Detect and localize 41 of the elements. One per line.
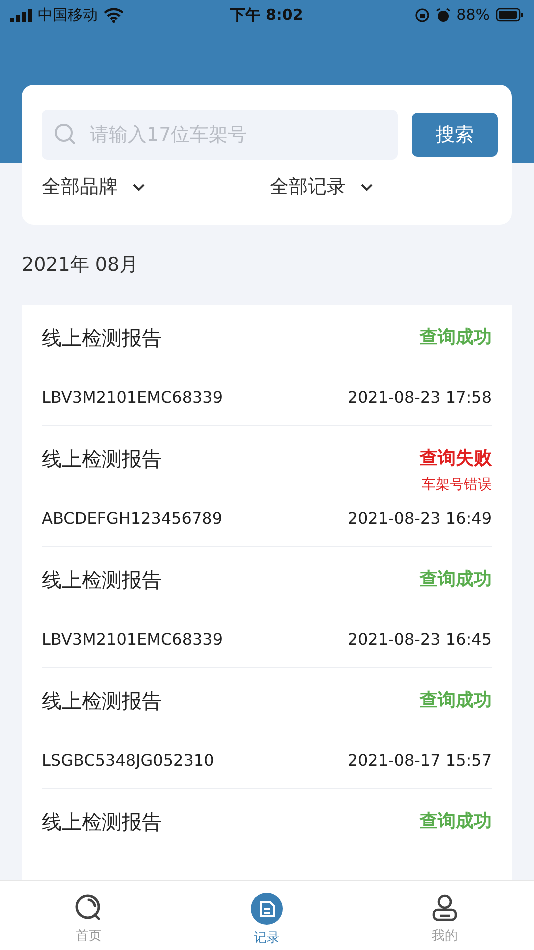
search-button[interactable]: 搜索 bbox=[412, 113, 498, 157]
vin-number: LBV3M2101EMC68339 bbox=[42, 630, 224, 648]
record-title: 线上检测报告 bbox=[42, 567, 163, 594]
status-label: 查询成功 bbox=[418, 326, 492, 350]
signal-icon bbox=[10, 8, 32, 22]
record-title: 线上检测报告 bbox=[42, 809, 163, 836]
record-row[interactable]: 线上检测报告 查询成功 LSGBC5348JG052310 2021-08-17 15:57 bbox=[42, 668, 492, 789]
chevron-down-icon bbox=[360, 182, 374, 192]
record-title: 线上检测报告 bbox=[42, 325, 163, 352]
vin-number: ABCDEFGH123456789 bbox=[42, 508, 224, 528]
filter-dropdown[interactable]: 全部记录 bbox=[270, 174, 374, 200]
record-row[interactable]: 线上检测报告 查询成功 LBV3M2101EMC68339 2021-08-23 16:45 bbox=[42, 547, 492, 668]
record-row[interactable]: 线上检测报告 查询成功 LBV3M2101EMC68339 2021-08-23 17:58 bbox=[42, 305, 492, 426]
vin-number: LBV3M2101EMC68339 bbox=[42, 388, 224, 406]
status-label: 查询成功 bbox=[418, 568, 492, 592]
record-title: 线上检测报告 bbox=[42, 446, 163, 473]
record-time: 2021-08-23 16:45 bbox=[348, 630, 492, 648]
person-icon bbox=[430, 893, 460, 923]
filter-dropdown[interactable]: 全部品牌 bbox=[42, 174, 146, 200]
battery-percent: 88% bbox=[456, 6, 490, 24]
record-row[interactable]: 线上检测报告 查询失败 车架号错误 ABCDEFGH123456789 2021-08-23 16:49 bbox=[42, 426, 492, 547]
record-time: 2021-08-23 17:58 bbox=[348, 388, 492, 406]
error-reason: 车架号错误 bbox=[421, 476, 492, 494]
carrier-name: 中国移动 bbox=[38, 6, 98, 24]
record-time: 2021-08-23 16:49 bbox=[348, 508, 492, 528]
vin-number: LSGBC5348JG052310 bbox=[42, 750, 216, 770]
record-title: 线上检测报告 bbox=[42, 688, 163, 715]
clock-time: 下午 8:02 bbox=[230, 6, 304, 24]
alarm-icon bbox=[436, 8, 451, 22]
status-label: 查询成功 bbox=[418, 689, 492, 713]
chevron-down-icon bbox=[132, 182, 146, 192]
wifi-icon bbox=[104, 8, 124, 22]
document-icon bbox=[251, 893, 283, 925]
rotation-lock-icon bbox=[414, 8, 430, 22]
battery-icon bbox=[496, 8, 524, 22]
status-label: 查询成功 bbox=[420, 810, 492, 834]
month-heading: 2021年 08月 bbox=[22, 253, 139, 278]
search-field[interactable]: 请输入17位车架号 bbox=[42, 110, 398, 160]
record-time: 2021-08-17 15:57 bbox=[348, 750, 492, 770]
status-label: 查询失败 bbox=[418, 447, 492, 471]
tab-item[interactable]: 记录 bbox=[178, 881, 356, 950]
